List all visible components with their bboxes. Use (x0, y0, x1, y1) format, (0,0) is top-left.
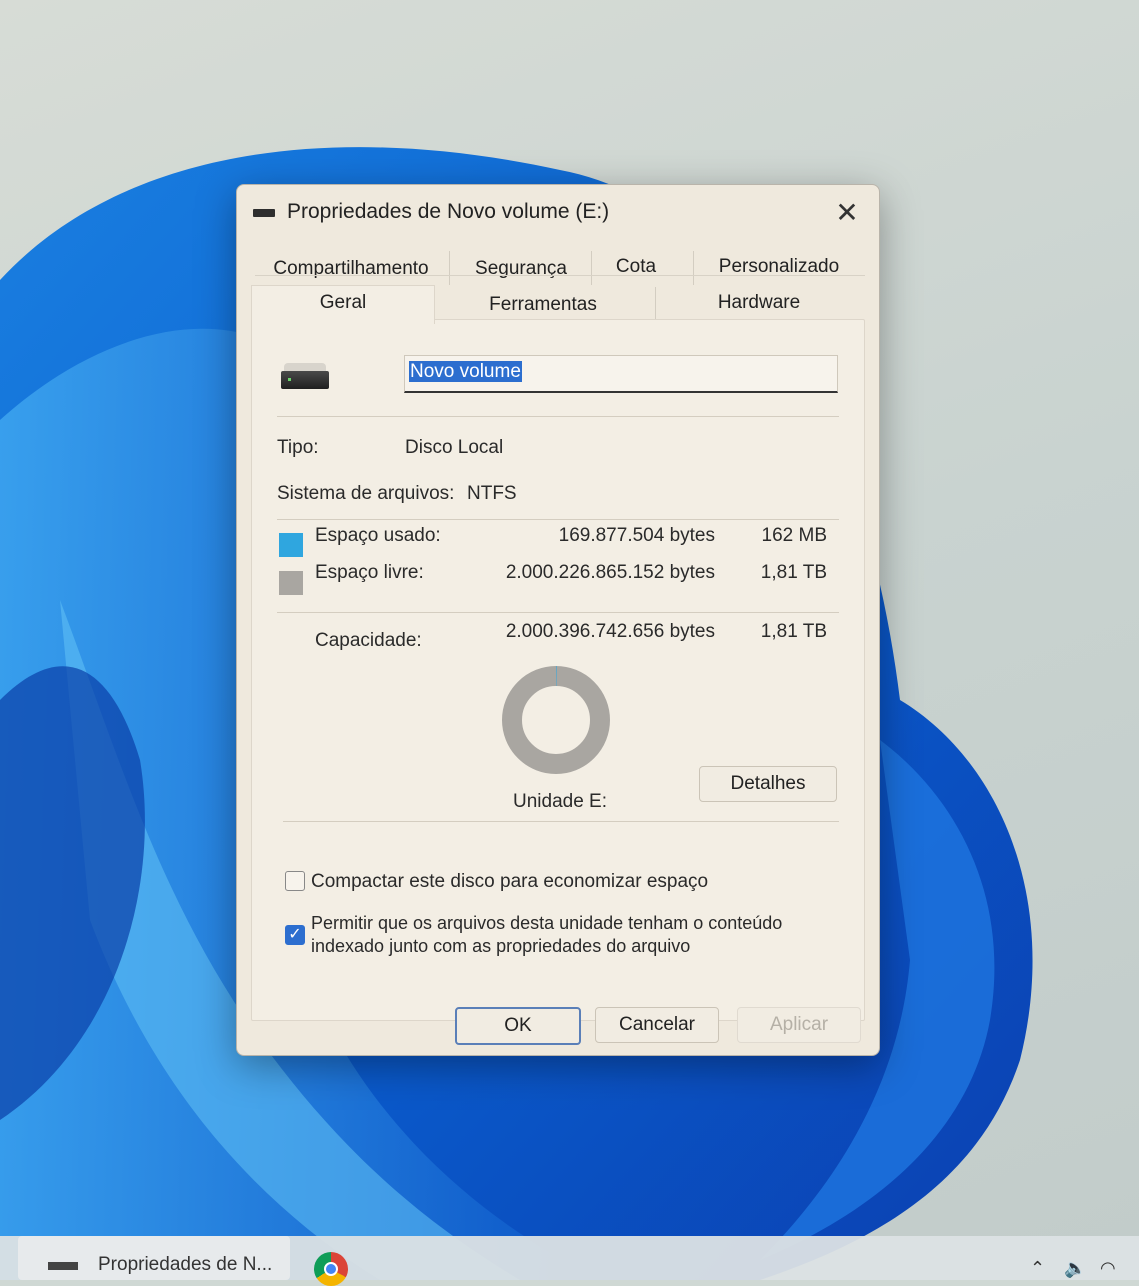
drive-letter-label: Unidade E: (513, 791, 608, 812)
divider (277, 416, 839, 417)
taskbar-item-properties[interactable]: Propriedades de N... (18, 1236, 290, 1280)
tab-separator (449, 251, 450, 285)
close-button[interactable]: ✕ (829, 195, 865, 229)
used-space-size: 162 MB (761, 525, 827, 546)
divider (283, 821, 839, 822)
tab-cota[interactable]: Cota (601, 251, 671, 283)
tab-geral[interactable]: Geral (251, 285, 435, 324)
index-label-line1[interactable]: Permitir que os arquivos desta unidade t… (311, 913, 782, 934)
index-checkbox[interactable]: ✓ (285, 925, 305, 945)
index-label-line2[interactable]: indexado junto com as propriedades do ar… (311, 936, 690, 957)
used-space-bytes: 169.877.504 bytes (558, 525, 715, 546)
capacity-bytes: 2.000.396.742.656 bytes (505, 621, 715, 642)
tab-seguranca[interactable]: Segurança (459, 253, 583, 285)
cancel-button[interactable]: Cancelar (595, 1007, 719, 1043)
filesystem-label: Sistema de arquivos: (277, 483, 455, 504)
type-value: Disco Local (405, 437, 504, 458)
apply-button[interactable]: Aplicar (737, 1007, 861, 1043)
tab-ferramentas[interactable]: Ferramentas (463, 289, 623, 321)
drive-icon (253, 209, 275, 217)
type-label: Tipo: (277, 437, 319, 458)
tab-row-divider (255, 275, 865, 276)
capacity-label: Capacidade: (315, 630, 422, 651)
free-space-size: 1,81 TB (760, 562, 827, 583)
compress-label[interactable]: Compactar este disco para economizar esp… (311, 871, 708, 893)
properties-dialog: Propriedades de Novo volume (E:) ✕ Compa… (236, 184, 880, 1056)
free-space-bytes: 2.000.226.865.152 bytes (505, 562, 715, 583)
drive-led (288, 378, 291, 381)
taskbar: Propriedades de N... ⌃ 🔈 ◠ (0, 1236, 1139, 1286)
volume-name-input[interactable]: Novo volume (404, 355, 838, 393)
used-space-label: Espaço usado: (315, 525, 441, 546)
capacity-size: 1,81 TB (760, 621, 827, 642)
dialog-title: Propriedades de Novo volume (E:) (287, 200, 610, 223)
tab-hardware[interactable]: Hardware (693, 287, 825, 319)
chevron-up-icon[interactable]: ⌃ (1030, 1258, 1045, 1279)
filesystem-value: NTFS (467, 483, 517, 504)
free-space-swatch (279, 571, 303, 595)
drive-large-icon (281, 363, 329, 389)
close-icon: ✕ (835, 196, 859, 228)
disk-usage-donut (502, 666, 610, 774)
taskbar-item-label: Propriedades de N... (98, 1254, 273, 1275)
drive-icon (48, 1262, 78, 1270)
tab-separator (591, 251, 592, 285)
compress-checkbox[interactable] (285, 871, 305, 891)
tab-separator (655, 287, 656, 319)
tab-compartilhamento[interactable]: Compartilhamento (263, 253, 439, 285)
wifi-icon[interactable]: ◠ (1100, 1258, 1116, 1279)
free-space-label: Espaço livre: (315, 562, 424, 583)
title-bar[interactable]: Propriedades de Novo volume (E:) ✕ (237, 185, 879, 241)
tab-separator (693, 251, 694, 285)
used-space-swatch (279, 533, 303, 557)
speaker-icon[interactable]: 🔈 (1064, 1258, 1086, 1279)
tab-personalizado[interactable]: Personalizado (711, 251, 847, 283)
details-button[interactable]: Detalhes (699, 766, 837, 802)
ok-button[interactable]: OK (455, 1007, 581, 1045)
chrome-icon[interactable] (314, 1252, 348, 1286)
volume-name-value: Novo volume (409, 361, 522, 382)
divider (277, 519, 839, 520)
divider (277, 612, 839, 613)
